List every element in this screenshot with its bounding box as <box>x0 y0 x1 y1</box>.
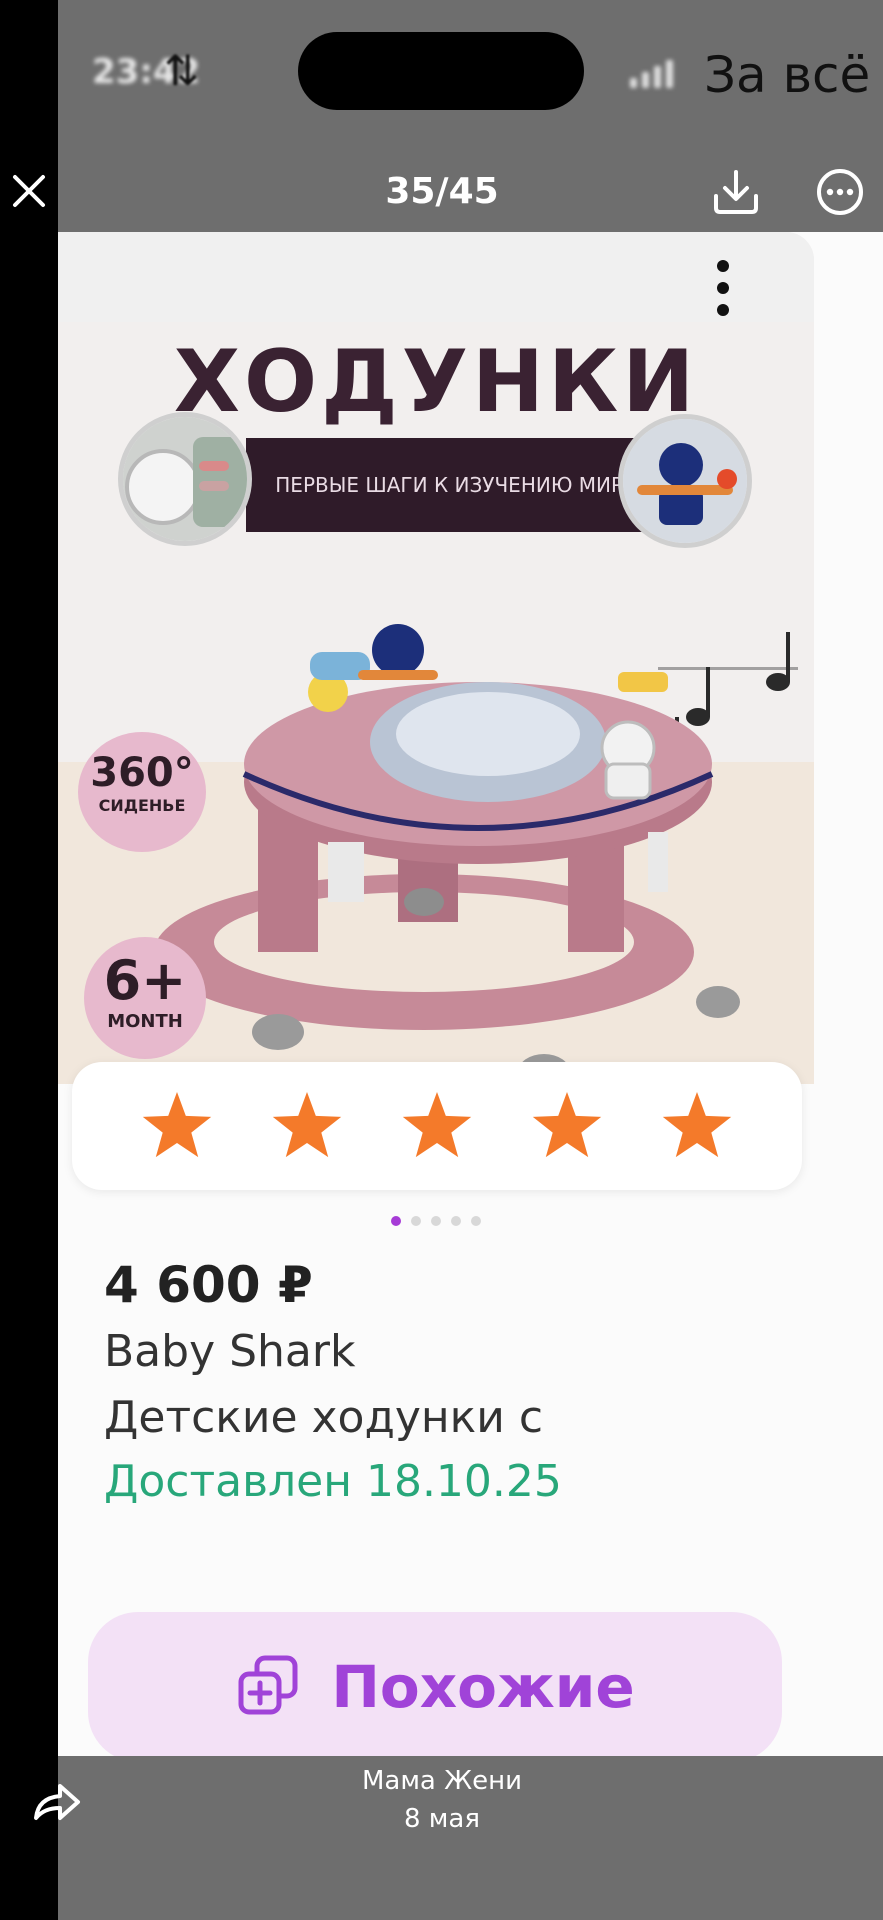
carousel-dot[interactable] <box>431 1216 441 1226</box>
status-bar: 23:42 ⇅ За всё <box>58 0 883 150</box>
signal-icon <box>630 60 673 88</box>
badge-360-value: 360° <box>90 750 194 796</box>
badge-360: 360° СИДЕНЬЕ <box>78 732 206 852</box>
delivery-status: Доставлен 18.10.25 <box>104 1456 562 1507</box>
star-icon <box>662 1092 732 1158</box>
screen: 23:42 ⇅ За всё 35/45 ХОДУНКИ ПЕРВЫЕ ШАГИ… <box>0 0 883 1920</box>
rating-stars <box>72 1062 802 1190</box>
similar-button[interactable]: Похожие <box>88 1612 782 1762</box>
more-options-icon[interactable] <box>812 164 868 220</box>
data-transfer-icon: ⇅ <box>164 46 200 95</box>
carousel-dot[interactable] <box>411 1216 421 1226</box>
message-date: 8 мая <box>404 1804 480 1834</box>
badge-360-label: СИДЕНЬЕ <box>98 796 186 815</box>
star-icon <box>142 1092 212 1158</box>
carousel-dots <box>58 1216 814 1226</box>
viewer-bottom-bar: Мама Жени 8 мая <box>0 1756 883 1920</box>
status-overlay-text: За всё <box>704 46 871 104</box>
product-price: 4 600 ₽ <box>104 1256 313 1314</box>
download-icon[interactable] <box>708 164 764 220</box>
viewer-top-bar: 35/45 <box>0 150 883 232</box>
badge-age: 6+ MONTH <box>84 937 206 1059</box>
star-icon <box>402 1092 472 1158</box>
carousel-dot[interactable] <box>391 1216 401 1226</box>
product-brand: Baby Shark <box>104 1326 356 1377</box>
carousel-dot[interactable] <box>451 1216 461 1226</box>
product-name: Детские ходунки с <box>104 1392 544 1443</box>
left-edge <box>0 0 58 1920</box>
similar-icon <box>238 1655 298 1715</box>
badge-age-label: MONTH <box>107 1011 183 1032</box>
close-button[interactable] <box>0 150 58 232</box>
badge-age-value: 6+ <box>103 949 187 1012</box>
message-sender: Мама Жени <box>361 1766 523 1796</box>
product-card: ХОДУНКИ ПЕРВЫЕ ШАГИ К ИЗУЧЕНИЮ МИРА 360°… <box>58 232 883 1762</box>
similar-button-label: Похожие <box>331 1653 635 1721</box>
dynamic-island <box>298 32 584 110</box>
star-icon <box>532 1092 602 1158</box>
product-image[interactable]: ХОДУНКИ ПЕРВЫЕ ШАГИ К ИЗУЧЕНИЮ МИРА 360°… <box>58 232 814 1084</box>
star-icon <box>272 1092 342 1158</box>
kebab-menu-icon[interactable] <box>708 254 738 334</box>
carousel-dot[interactable] <box>471 1216 481 1226</box>
close-icon <box>13 175 45 207</box>
